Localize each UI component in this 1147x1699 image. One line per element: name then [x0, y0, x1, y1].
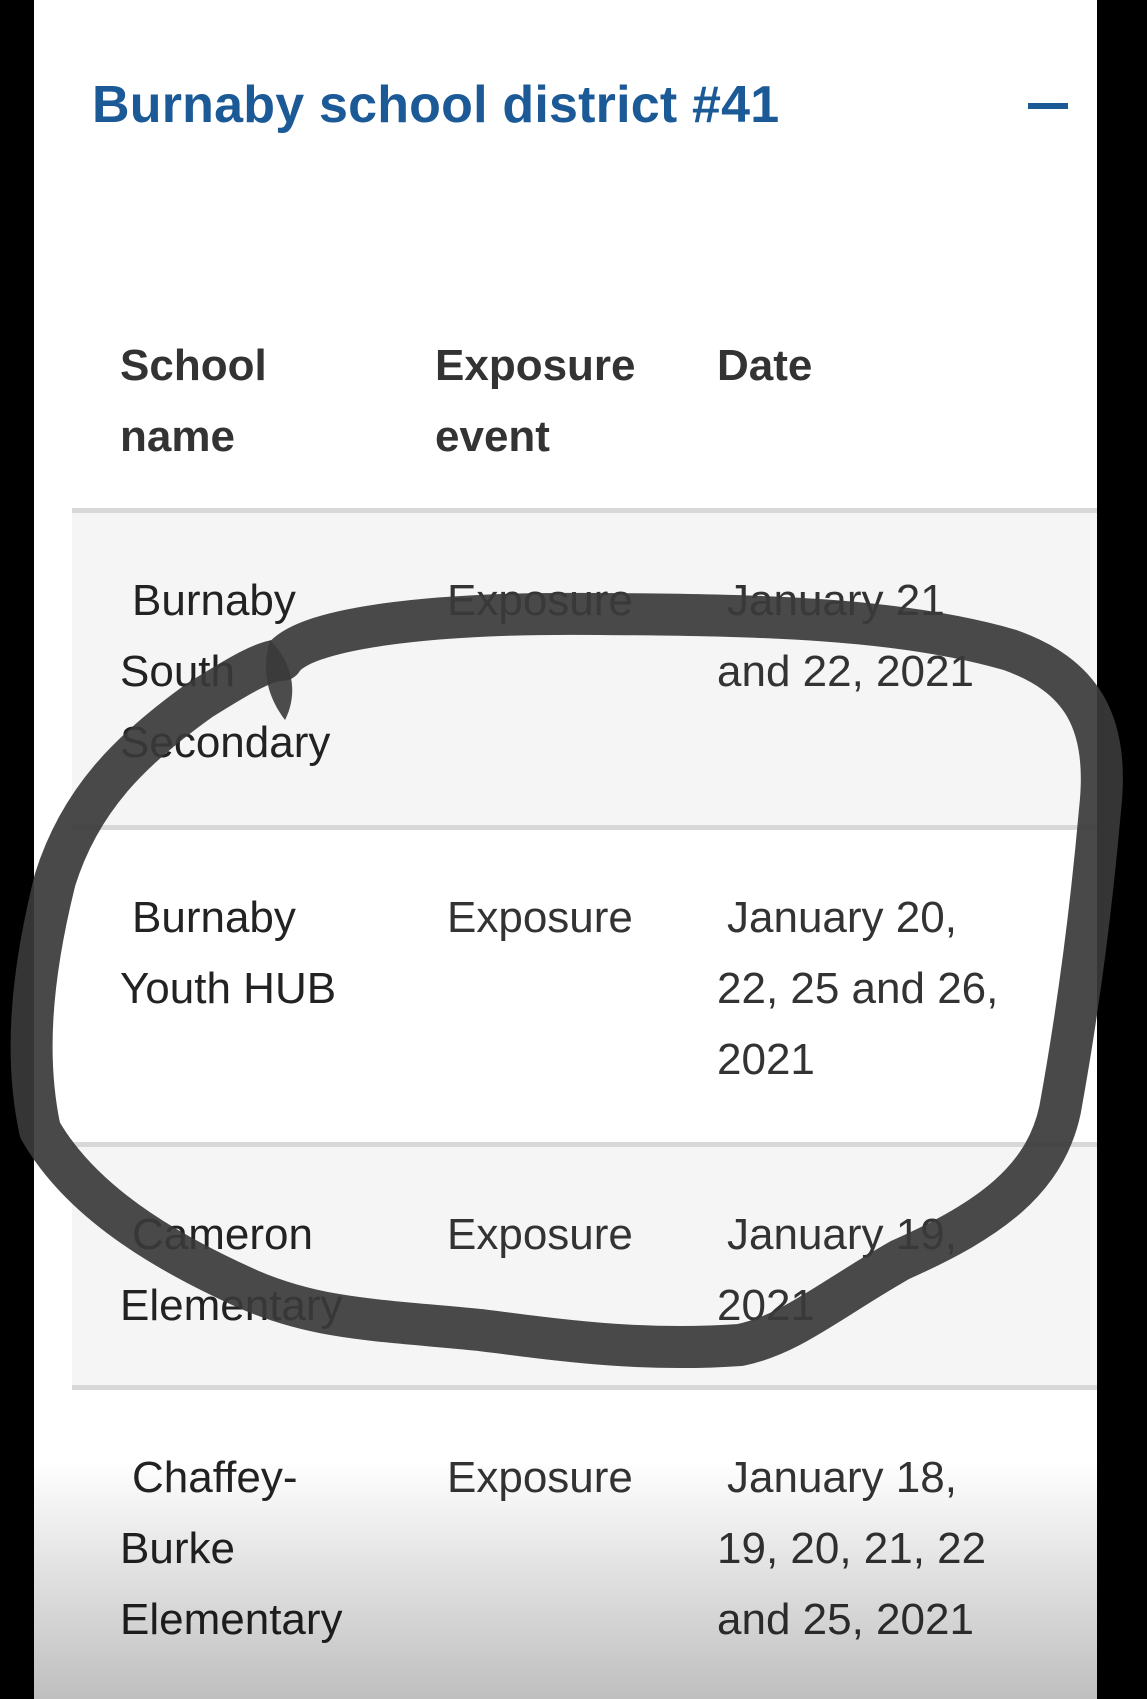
exposure-event-cell: Exposure: [447, 1453, 633, 1502]
exposure-table: School name Exposure event Date Burnaby …: [72, 300, 1097, 1699]
date-cell: January 19, 2021: [717, 1210, 957, 1330]
date-cell: January 18, 19, 20, 21, 22 and 25, 2021: [717, 1453, 987, 1644]
column-header-exposure-event: Exposure event: [435, 341, 636, 461]
exposure-event-cell: Exposure: [447, 576, 633, 625]
column-header-school-name: School name: [120, 341, 267, 461]
date-cell: January 20, 22, 25 and 26, 2021: [717, 893, 999, 1084]
school-name-cell: Cameron Elementary: [120, 1210, 343, 1330]
exposure-event-cell: Exposure: [447, 1210, 633, 1259]
district-panel: Burnaby school district #41 School name …: [34, 0, 1097, 1699]
minus-icon: [1028, 103, 1068, 109]
school-name-cell: Burnaby Youth HUB: [120, 893, 337, 1013]
school-name-cell: Chaffey- Burke Elementary: [120, 1453, 343, 1644]
column-header-date: Date: [717, 341, 813, 390]
table-row: Chaffey- Burke Elementary Exposure Janua…: [72, 1390, 1097, 1699]
district-header[interactable]: Burnaby school district #41: [92, 70, 1072, 140]
table-row: Burnaby Youth HUB Exposure January 20, 2…: [72, 830, 1097, 1147]
table-row: Cameron Elementary Exposure January 19, …: [72, 1147, 1097, 1390]
exposure-event-cell: Exposure: [447, 893, 633, 942]
date-cell: January 21 and 22, 2021: [717, 576, 974, 696]
table-row: Burnaby South Secondary Exposure January…: [72, 513, 1097, 830]
table-header: School name Exposure event Date: [72, 300, 1097, 513]
collapse-button[interactable]: [1012, 70, 1072, 140]
district-title[interactable]: Burnaby school district #41: [92, 70, 1072, 140]
school-name-cell: Burnaby South Secondary: [120, 576, 331, 767]
screenshot: Burnaby school district #41 School name …: [0, 0, 1147, 1699]
